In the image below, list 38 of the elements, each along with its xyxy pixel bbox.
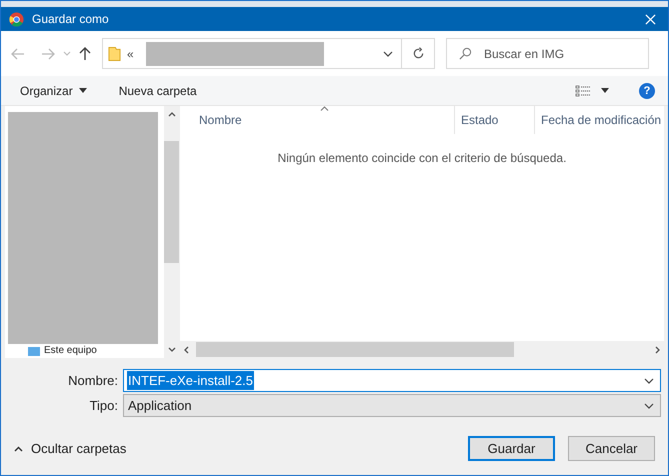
refresh-icon[interactable]: [412, 47, 424, 60]
column-header[interactable]: Nombre: [180, 106, 454, 134]
folder-icon: [108, 46, 121, 62]
search-field[interactable]: Buscar en IMG: [446, 38, 649, 69]
filename-field[interactable]: INTEF-eXe-install-2.5: [123, 369, 661, 392]
caret-down-icon: [78, 88, 87, 93]
new-folder-button[interactable]: Nueva carpeta: [110, 78, 206, 102]
field-label: Nombre:: [67, 372, 119, 390]
field-label: Tipo:: [88, 396, 119, 415]
column-header[interactable]: Estado: [454, 106, 534, 134]
address-dropdown-icon: [383, 50, 393, 56]
type-dropdown[interactable]: Application: [123, 394, 661, 417]
search-icon: [459, 47, 472, 60]
scroll-down-icon[interactable]: [168, 347, 176, 352]
search-input[interactable]: Buscar en IMG: [484, 44, 624, 62]
address-field[interactable]: «: [102, 38, 435, 69]
help-button[interactable]: ?: [639, 82, 655, 98]
empty-message: Ningún elemento coincide con el criterio de búsqueda.: [278, 150, 566, 167]
caret-down-icon[interactable]: [601, 88, 609, 93]
scroll-left-icon[interactable]: [184, 346, 189, 354]
view-options-icon[interactable]: [575, 84, 591, 96]
organize-menu[interactable]: Organizar: [11, 78, 96, 102]
caret-down-icon: [644, 402, 654, 408]
caret-up-icon: [14, 446, 23, 452]
scroll-up-icon[interactable]: [168, 112, 176, 117]
window-title: Guardar como: [32, 11, 109, 28]
caret-down-icon: [644, 378, 654, 384]
scroll-right-icon[interactable]: [655, 346, 660, 354]
cancel-button[interactable]: Cancelar: [568, 436, 655, 461]
vertical-scrollbar[interactable]: [164, 106, 179, 358]
sidebar-item[interactable]: Este equipo: [8, 344, 164, 358]
hide-folders-toggle[interactable]: Ocultar carpetas: [14, 438, 126, 458]
address-overflow[interactable]: «: [127, 44, 134, 62]
save-button[interactable]: Guardar: [468, 436, 555, 461]
up-arrow-icon[interactable]: [79, 46, 91, 60]
browser-logo-icon: [9, 12, 24, 26]
column-header[interactable]: Fecha de modificación: [534, 106, 664, 134]
close-icon[interactable]: [645, 14, 656, 24]
